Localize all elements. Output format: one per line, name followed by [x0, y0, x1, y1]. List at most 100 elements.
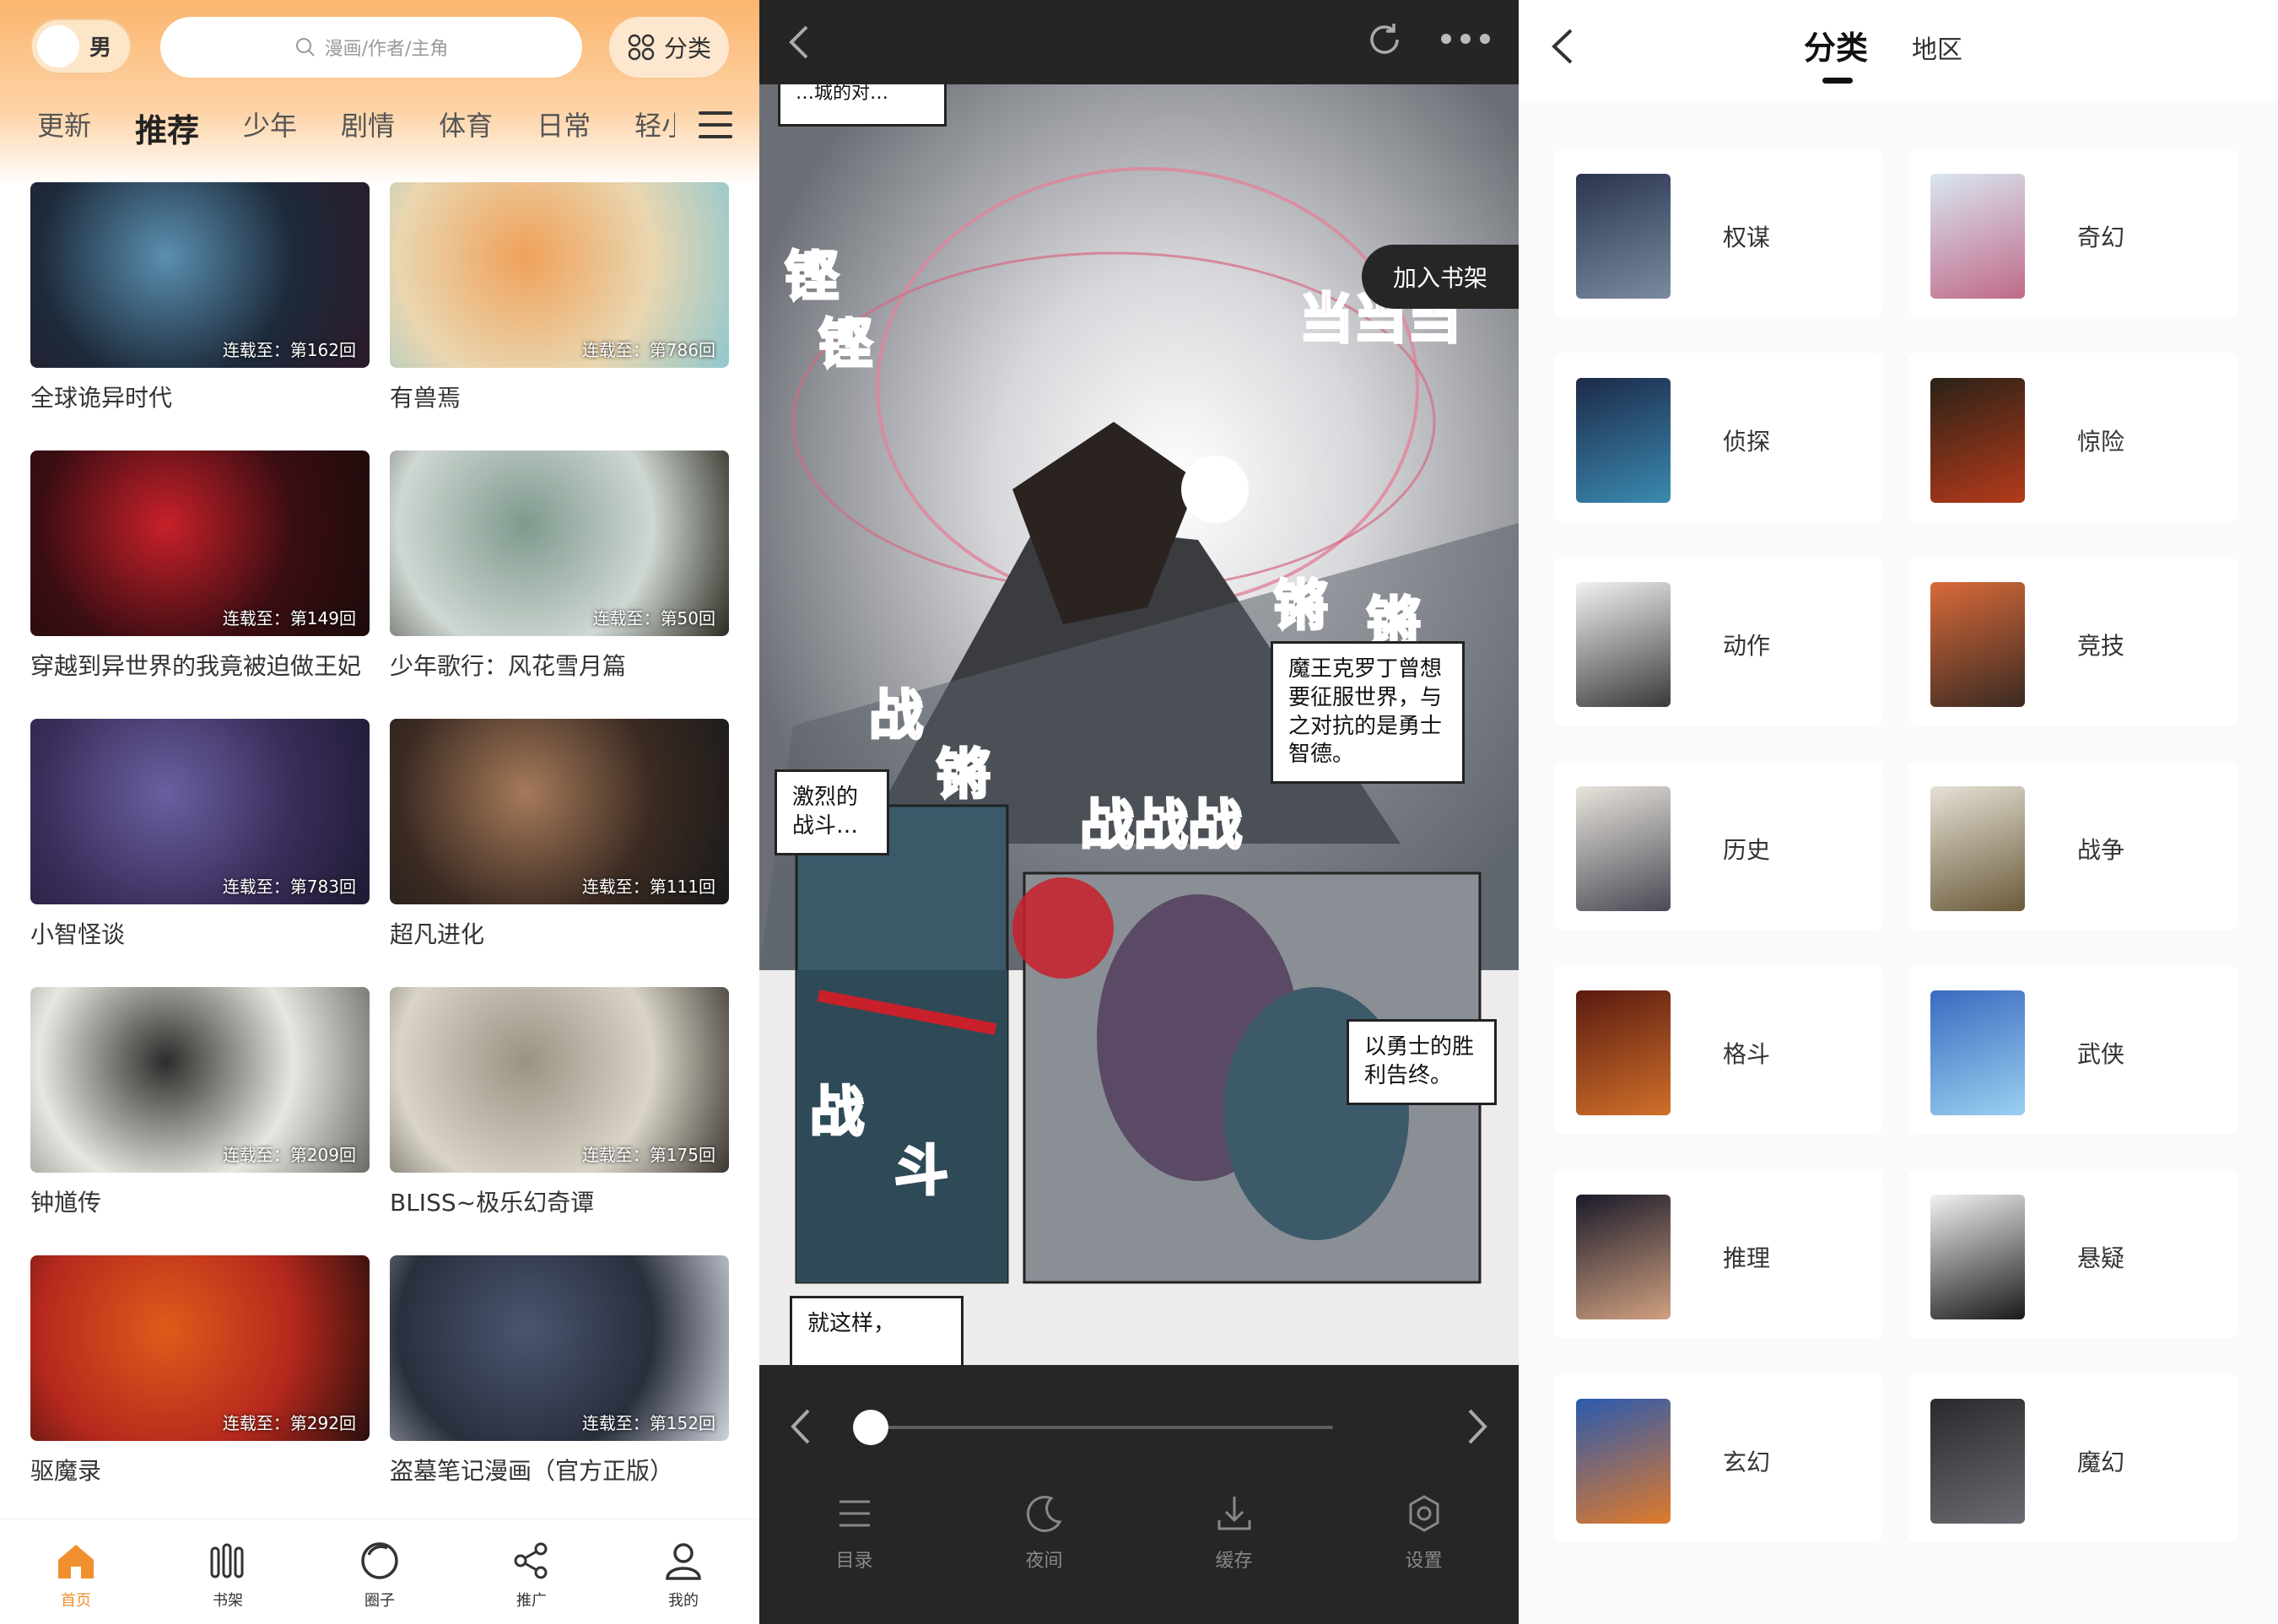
tab-region[interactable]: 地区: [1912, 29, 1962, 66]
nav-label: 推广: [516, 1592, 547, 1610]
comic-title[interactable]: 穿越到异世界的我竟被迫做王妃: [30, 648, 370, 682]
category-card[interactable]: 权谋: [1554, 148, 1883, 317]
episode-badge: 连载至：第50回: [592, 608, 715, 629]
search-input[interactable]: 漫画/作者/主角: [160, 17, 582, 78]
tool-download[interactable]: 缓存: [1184, 1492, 1285, 1573]
svg-text:锵: 锵: [1274, 575, 1328, 638]
nav-home[interactable]: 首页: [25, 1538, 127, 1611]
comic-cover[interactable]: 连载至：第152回: [390, 1255, 729, 1441]
category-thumbnail: [1930, 174, 2025, 299]
gender-toggle[interactable]: 男: [30, 19, 132, 74]
comic-cover[interactable]: 连载至：第783回: [30, 719, 370, 904]
comic-card[interactable]: 连载至：第152回盗墓笔记漫画（官方正版）: [390, 1255, 729, 1486]
comic-card[interactable]: 连载至：第149回穿越到异世界的我竟被迫做王妃: [30, 451, 370, 682]
nav-label: 我的: [668, 1592, 699, 1610]
tool-moon[interactable]: 夜间: [994, 1492, 1095, 1573]
comic-card[interactable]: 连载至：第783回小智怪谈: [30, 719, 370, 950]
tool-catalog[interactable]: 目录: [804, 1492, 905, 1573]
category-name: 竞技: [2077, 632, 2125, 660]
comic-card[interactable]: 连载至：第786回有兽焉: [390, 182, 729, 413]
comic-cover[interactable]: 连载至：第209回: [30, 987, 370, 1173]
svg-text:铿: 铿: [818, 314, 872, 376]
back-icon[interactable]: [783, 22, 817, 62]
comic-cover[interactable]: 连载至：第149回: [30, 451, 370, 636]
tab-2[interactable]: 少年: [243, 105, 297, 155]
category-thumbnail: [1576, 582, 1671, 707]
svg-text:铿: 铿: [785, 246, 839, 309]
settings-icon: [1409, 1495, 1439, 1532]
category-card[interactable]: 侦探: [1554, 353, 1883, 521]
category-name: 推理: [1723, 1244, 1771, 1272]
comic-title[interactable]: 少年歌行：风花雪月篇: [390, 648, 729, 682]
back-icon[interactable]: [1547, 25, 1576, 67]
category-card[interactable]: 历史: [1554, 761, 1883, 930]
svg-text:战战战: 战战战: [1080, 795, 1242, 857]
tab-4[interactable]: 体育: [439, 105, 493, 155]
category-card[interactable]: 推理: [1554, 1169, 1883, 1338]
comic-card[interactable]: 连载至：第175回 BLISS~极乐幻奇谭: [390, 987, 729, 1218]
category-thumbnail: [1576, 990, 1671, 1115]
category-card[interactable]: 魔幻: [1908, 1373, 2238, 1542]
comic-title[interactable]: 驱魔录: [30, 1453, 370, 1486]
category-thumbnail: [1576, 1195, 1671, 1319]
tab-5[interactable]: 日常: [537, 105, 591, 155]
category-name: 惊险: [2077, 428, 2125, 456]
menu-icon[interactable]: [699, 111, 732, 142]
download-icon: [1217, 1497, 1250, 1530]
previous-chapter-icon[interactable]: [788, 1407, 813, 1446]
comic-title[interactable]: 小智怪谈: [30, 916, 370, 950]
comic-title[interactable]: 盗墓笔记漫画（官方正版）: [390, 1453, 729, 1486]
comic-title[interactable]: 超凡进化: [390, 916, 729, 950]
episode-badge: 连载至：第149回: [222, 608, 356, 629]
nav-bookshelf[interactable]: 书架: [177, 1538, 278, 1611]
svg-text:战: 战: [810, 1082, 864, 1144]
category-button[interactable]: 分类: [609, 17, 729, 78]
tab-0[interactable]: 更新: [37, 105, 91, 155]
category-card[interactable]: 玄幻: [1554, 1373, 1883, 1542]
category-card[interactable]: 惊险: [1908, 353, 2238, 521]
category-card[interactable]: 格斗: [1554, 965, 1883, 1134]
comic-cover[interactable]: 连载至：第292回: [30, 1255, 370, 1441]
comic-card[interactable]: 连载至：第292回驱魔录: [30, 1255, 370, 1486]
category-name: 历史: [1723, 836, 1771, 864]
reader-top-bar: [759, 0, 1519, 84]
comic-cover[interactable]: 连载至：第162回: [30, 182, 370, 368]
comic-cover[interactable]: 连载至：第786回: [390, 182, 729, 368]
page-slider[interactable]: [861, 1426, 1333, 1429]
nav-label: 圈子: [364, 1592, 395, 1610]
nav-circle[interactable]: 圈子: [329, 1538, 430, 1611]
comic-page[interactable]: 铿 铿 当当当 锵 锵 战 锵 战战战 战 斗 …城的对… 加入书架 魔王克罗丁…: [759, 84, 1519, 1365]
comic-card[interactable]: 连载至：第162回全球诡异时代: [30, 182, 370, 413]
next-chapter-icon[interactable]: [1465, 1407, 1490, 1446]
category-card[interactable]: 武侠: [1908, 965, 2238, 1134]
comic-title[interactable]: 全球诡异时代: [30, 380, 370, 413]
nav-share[interactable]: 推广: [481, 1538, 582, 1611]
comic-cover[interactable]: 连载至：第50回: [390, 451, 729, 636]
comic-card[interactable]: 连载至：第50回少年歌行：风花雪月篇: [390, 451, 729, 682]
tab-1[interactable]: 推荐: [135, 105, 199, 155]
tool-settings[interactable]: 设置: [1374, 1492, 1475, 1573]
tab-category[interactable]: 分类: [1804, 22, 1868, 84]
nav-label: 首页: [61, 1592, 91, 1610]
add-to-shelf-button[interactable]: 加入书架: [1362, 245, 1519, 309]
svg-text:锵: 锵: [937, 744, 991, 807]
comic-title[interactable]: 有兽焉: [390, 380, 729, 413]
category-card[interactable]: 竞技: [1908, 557, 2238, 726]
refresh-icon[interactable]: [1363, 19, 1406, 61]
comic-card[interactable]: 连载至：第111回超凡进化: [390, 719, 729, 950]
comic-cover[interactable]: 连载至：第111回: [390, 719, 729, 904]
comic-cover[interactable]: 连载至：第175回: [390, 987, 729, 1173]
comic-title[interactable]: BLISS~极乐幻奇谭: [390, 1184, 729, 1218]
nav-user[interactable]: 我的: [633, 1538, 734, 1611]
category-card[interactable]: 悬疑: [1908, 1169, 2238, 1338]
category-card[interactable]: 动作: [1554, 557, 1883, 726]
comic-card[interactable]: 连载至：第209回钟馗传: [30, 987, 370, 1218]
page-slider-thumb[interactable]: [853, 1410, 889, 1445]
episode-badge: 连载至：第152回: [581, 1413, 715, 1433]
tab-6[interactable]: 轻小说: [634, 105, 675, 155]
comic-title[interactable]: 钟馗传: [30, 1184, 370, 1218]
category-card[interactable]: 奇幻: [1908, 148, 2238, 317]
category-card[interactable]: 战争: [1908, 761, 2238, 930]
tab-3[interactable]: 剧情: [341, 105, 395, 155]
more-icon[interactable]: [1439, 32, 1492, 46]
